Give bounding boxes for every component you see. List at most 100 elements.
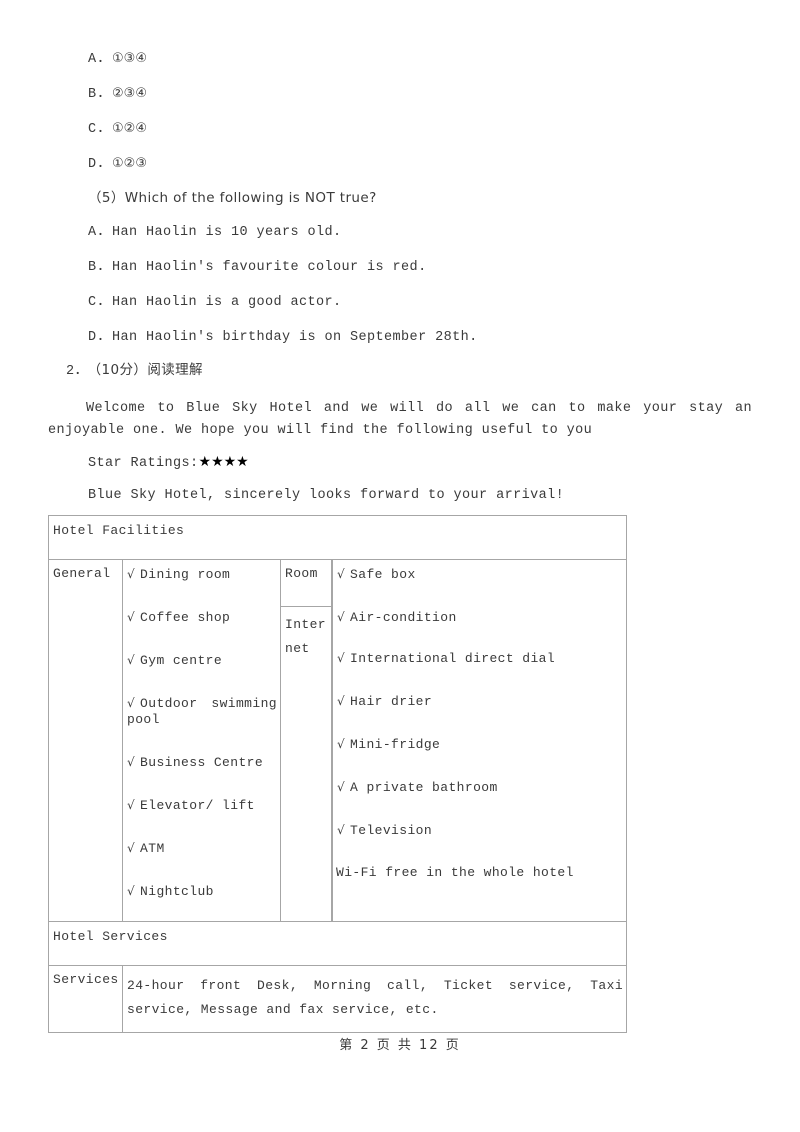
facility-label: ATM — [140, 841, 165, 856]
services-text: 24-hour front Desk, Morning call, Ticket… — [127, 978, 624, 1017]
facility-item: √ Elevator/ lift — [127, 797, 277, 814]
facility-item: √ Gym centre — [127, 652, 277, 669]
star-rating-icon: ★★★★ — [198, 454, 249, 470]
option-row: A．Han Haolin is 10 years old. — [88, 225, 342, 241]
option-row: D．Han Haolin's birthday is on September … — [88, 330, 478, 346]
room-internet-label-stack: Room Internet — [281, 560, 333, 922]
question-2-number: 2． — [66, 364, 89, 379]
facility-item: √ Dining room — [127, 566, 277, 583]
table-row: Room — [281, 560, 332, 607]
general-items-cell: √ Dining room √ Coffee shop √ Gym centre √ O… — [122, 559, 281, 922]
facility-item: √ Hair drier — [337, 693, 623, 710]
facility-item: √ Mini-fridge — [337, 736, 623, 753]
option-text: Han Haolin is a good actor. — [112, 295, 342, 310]
facility-label: Gym centre — [140, 653, 223, 668]
services-header-cell: Hotel Services — [47, 921, 628, 966]
option-row: B．②③④ — [88, 86, 147, 103]
option-label: B． — [88, 260, 113, 275]
option-label: C． — [88, 295, 113, 310]
hotel-info-table: Hotel Facilities General √ Dining room √ C… — [47, 515, 628, 1033]
page-footer: 第 2 页 共 12 页 — [339, 1038, 461, 1053]
check-icon: √ — [337, 737, 346, 751]
option-text: ①③④ — [112, 51, 147, 66]
check-icon: √ — [337, 610, 346, 624]
facility-label: International direct dial — [350, 651, 556, 666]
closing-line: Blue Sky Hotel, sincerely looks forward … — [88, 488, 565, 503]
facility-label: Safe box — [350, 567, 416, 582]
option-label: D． — [88, 330, 113, 345]
check-icon: √ — [127, 841, 136, 855]
facility-item: √ International direct dial — [337, 650, 623, 667]
facility-label: Coffee shop — [140, 610, 231, 625]
check-icon: √ — [127, 755, 136, 769]
option-text: ②③④ — [112, 86, 147, 101]
option-label: B． — [88, 87, 113, 102]
option-label: D． — [88, 157, 113, 172]
facility-label: Business Centre — [140, 755, 264, 770]
facilities-header-cell: Hotel Facilities — [47, 515, 628, 560]
table-row: Services 24-hour front Desk, Morning cal… — [48, 965, 628, 1033]
wifi-note: Wi-Fi free in the whole hotel — [336, 865, 574, 880]
check-icon: √ — [127, 696, 136, 710]
check-icon: √ — [337, 567, 346, 581]
table-row: Hotel Facilities — [47, 515, 628, 560]
facility-label: A private bathroom — [350, 780, 498, 795]
option-label: A． — [88, 52, 113, 67]
question-2-points: （10分）阅读理解 — [94, 362, 203, 378]
check-icon: √ — [127, 798, 136, 812]
services-text-cell: 24-hour front Desk, Morning call, Ticket… — [121, 965, 628, 1033]
table-row: General √ Dining room √ Coffee shop √ Gym c… — [48, 559, 628, 922]
facility-label: Mini-fridge — [350, 737, 441, 752]
option-text: Han Haolin's favourite colour is red. — [112, 260, 427, 275]
check-icon: √ — [127, 567, 136, 581]
services-label-cell: Services — [48, 965, 123, 1033]
facility-item: √ Outdoor swimming pool — [127, 695, 277, 728]
check-icon: √ — [127, 653, 136, 667]
label-subtable: Room Internet — [281, 560, 332, 921]
option-text: ①②④ — [112, 121, 147, 136]
facility-label: Television — [350, 823, 433, 838]
option-label: C． — [88, 122, 113, 137]
facility-item: √ ATM — [127, 840, 277, 857]
option-row: A．①③④ — [88, 51, 147, 68]
question-5-stem: （5）Which of the following is NOT true? — [88, 190, 377, 206]
internet-label-cell: Internet — [281, 606, 332, 921]
option-label: A． — [88, 225, 113, 240]
facility-label: Dining room — [140, 567, 231, 582]
facility-item: √ Television — [337, 822, 623, 839]
option-text: Han Haolin is 10 years old. — [112, 225, 342, 240]
facility-item: √ Air-condition — [337, 609, 623, 626]
facility-label: Elevator/ lift — [140, 798, 255, 813]
option-row: B．Han Haolin's favourite colour is red. — [88, 260, 427, 276]
document-page: A．①③④ B．②③④ C．①②④ D．①②③ （5）Which of the … — [0, 0, 800, 1132]
option-text: Han Haolin's birthday is on September 28… — [112, 330, 478, 345]
facility-item: √ Coffee shop — [127, 609, 277, 626]
star-ratings-label: Star Ratings: — [88, 456, 199, 471]
facility-item: √ Business Centre — [127, 754, 277, 771]
star-ratings-row: Star Ratings:★★★★ — [88, 454, 249, 472]
option-text: ①②③ — [112, 156, 147, 171]
facility-label: Nightclub — [140, 884, 214, 899]
room-items-cell: √ Safe box √ Air-condition √ International … — [331, 559, 628, 922]
facility-label: Hair drier — [350, 694, 433, 709]
check-icon: √ — [337, 823, 346, 837]
facility-item: √ Nightclub — [127, 883, 277, 900]
facility-item: √ Safe box — [337, 566, 623, 583]
option-row: C．①②④ — [88, 121, 147, 138]
table-row: Hotel Services — [47, 921, 628, 966]
facility-label: Outdoor swimming pool — [127, 696, 277, 727]
passage-text: Welcome to Blue Sky Hotel and we will do… — [48, 401, 752, 438]
option-row: C．Han Haolin is a good actor. — [88, 295, 342, 311]
check-icon: √ — [127, 884, 136, 898]
check-icon: √ — [127, 610, 136, 624]
question-2-heading: 2． （10分）阅读理解 — [66, 362, 203, 380]
facility-item: √ A private bathroom — [337, 779, 623, 796]
check-icon: √ — [337, 694, 346, 708]
passage-paragraph: Welcome to Blue Sky Hotel and we will do… — [48, 398, 752, 442]
option-row: D．①②③ — [88, 156, 147, 173]
table-row: Internet — [281, 606, 332, 921]
facility-label: Air-condition — [350, 610, 457, 625]
room-label-cell: Room — [281, 560, 332, 607]
check-icon: √ — [337, 651, 346, 665]
check-icon: √ — [337, 780, 346, 794]
